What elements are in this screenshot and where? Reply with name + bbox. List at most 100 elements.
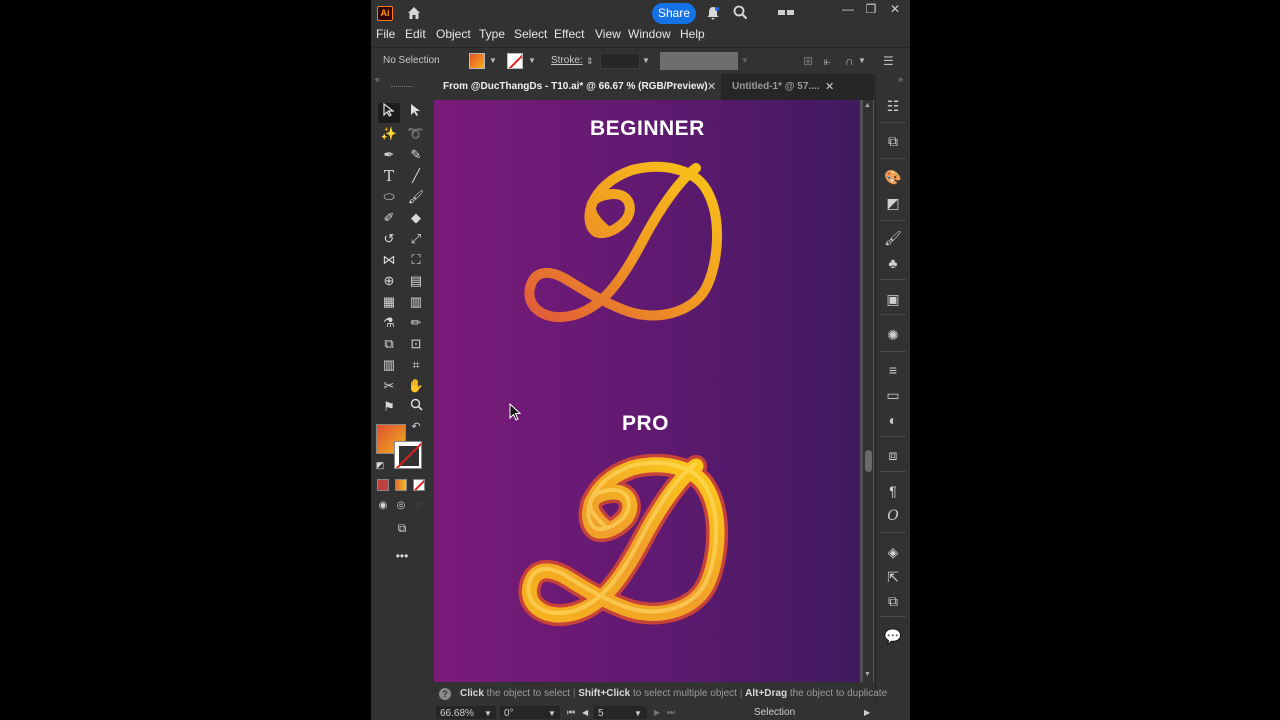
profile-dropdown-icon[interactable]: ▼ [741,48,749,74]
stroke-dropdown-icon[interactable]: ▼ [528,48,536,74]
minimize-button[interactable]: — [837,0,859,20]
canvas-area[interactable]: BEGINNER PRO ▲ ▼ [434,100,874,682]
artboard[interactable]: BEGINNER PRO [434,100,860,682]
properties-panel-icon[interactable]: ☷ [882,95,904,117]
shape-builder-tool-icon[interactable]: ⊕ [378,271,400,291]
draw-inside-icon[interactable]: ◌ [411,496,427,516]
stroke-weight-input[interactable] [600,53,640,69]
none-mode-icon[interactable] [413,479,425,491]
close-tab-icon[interactable]: ✕ [707,74,716,100]
magnet-icon[interactable]: ∩ [845,48,854,74]
color-mode-icon[interactable] [377,479,389,491]
search-icon[interactable] [729,0,751,29]
status-menu-icon[interactable]: ▶ [864,705,870,720]
scrollbar-thumb[interactable] [865,450,872,472]
type-tool-icon[interactable]: T [378,166,400,186]
eyedropper-tool-icon[interactable]: ⚗ [378,313,400,333]
symbols-panel-icon[interactable]: ♣ [882,252,904,274]
stroke-swatch[interactable] [394,441,422,469]
screen-mode-icon[interactable]: ⧉ [391,518,413,538]
color-guide-panel-icon[interactable]: ◩ [882,192,904,214]
color-panel-icon[interactable]: 🎨 [882,166,904,188]
menu-type[interactable]: Type [479,26,505,42]
menu-edit[interactable]: Edit [405,26,426,42]
menu-object[interactable]: Object [436,26,471,42]
comments-panel-icon[interactable]: 💬 [882,625,904,647]
last-artboard-icon[interactable]: ⏭ [667,705,675,720]
print-tiling-tool-icon[interactable]: ⚑ [378,397,400,417]
next-artboard-icon[interactable]: ▶ [654,705,660,720]
blend-tool-icon[interactable]: ⧉ [378,334,400,354]
tab-document-active[interactable]: From @DucThangDs - T10.ai* @ 66.67 % (RG… [434,74,721,100]
gradient-mode-icon[interactable] [395,479,407,491]
artboard-dropdown-icon[interactable]: ▼ [634,706,642,720]
magic-wand-tool-icon[interactable]: ✨ [378,124,400,144]
default-fill-stroke-icon[interactable]: ◩ [373,458,387,472]
menu-help[interactable]: Help [680,26,705,42]
artboard-number-field[interactable]: 5 ▼ [594,706,647,719]
close-tab-2-icon[interactable]: ✕ [825,74,834,100]
mesh-tool-icon[interactable]: ▦ [378,292,400,312]
graph-tool-icon[interactable]: ▥ [378,355,400,375]
eraser-tool-icon[interactable]: ◆ [405,208,427,228]
dock-collapse-icon[interactable]: » [898,74,903,84]
scale-tool-icon[interactable]: ⤢ [405,229,427,249]
grid-icon[interactable]: ⊞ [803,48,813,74]
edit-toolbar-icon[interactable]: ••• [391,546,413,566]
menu-select[interactable]: Select [514,26,547,42]
menu-window[interactable]: Window [628,26,671,42]
line-segment-tool-icon[interactable]: ╱ [405,166,427,186]
fill-color-swatch[interactable] [469,53,485,69]
transform-panel-icon[interactable]: ⧈ [882,444,904,466]
draw-behind-icon[interactable]: ◎ [393,496,409,516]
measure-tool-icon[interactable]: ✏ [405,313,427,333]
pro-letter-d[interactable] [434,100,860,682]
paragraph-panel-icon[interactable]: ¶ [882,480,904,502]
restore-button[interactable]: ❐ [860,0,882,20]
gradient-panel-icon[interactable]: ▭ [882,384,904,406]
hand-tool-icon[interactable]: ✋ [405,376,427,396]
artboard-tool-icon[interactable]: ✂ [378,376,400,396]
perspective-grid-tool-icon[interactable]: ▤ [405,271,427,291]
close-window-button[interactable]: ✕ [884,0,906,20]
graphic-styles-panel-icon[interactable]: ▣ [882,288,904,310]
share-button[interactable]: Share [652,3,696,24]
direct-selection-tool-icon[interactable] [405,103,427,123]
pen-tool-icon[interactable]: ✒ [378,145,400,165]
variable-width-profile[interactable] [660,52,738,70]
menu-view[interactable]: View [595,26,621,42]
workspace-switcher-icon[interactable] [776,0,796,26]
zoom-field[interactable]: 66.68% ▼ [436,706,496,719]
vertical-scrollbar[interactable]: ▲ ▼ [863,100,873,682]
paintbrush-tool-icon[interactable]: 🖌 [405,187,427,207]
layers-panel-icon[interactable]: ◈ [882,541,904,563]
menu-effect[interactable]: Effect [554,26,584,42]
live-paint-tool-icon[interactable]: ⊡ [405,334,427,354]
help-icon[interactable]: ? [439,688,451,700]
free-transform-tool-icon[interactable]: ⛶ [405,250,427,270]
artboards-panel-icon[interactable]: ⧉ [882,590,904,612]
curvature-tool-icon[interactable]: ✎ [405,145,427,165]
brushes-panel-icon[interactable]: 🖌 [882,227,904,249]
shaper-tool-icon[interactable]: ✐ [378,208,400,228]
lasso-tool-icon[interactable]: ➰ [405,124,427,144]
rotation-field[interactable]: 0° ▼ [500,706,560,719]
gradient-tool-icon[interactable]: ▥ [405,292,427,312]
stroke-panel-icon[interactable]: ≡ [882,359,904,381]
stroke-label[interactable]: Stroke: [551,48,583,74]
libraries-panel-icon[interactable]: ⧉ [882,130,904,152]
opentype-panel-icon[interactable]: O [882,505,904,527]
align-icon[interactable]: ⫦ [824,48,831,74]
zoom-dropdown-icon[interactable]: ▼ [484,706,492,720]
selection-tool-icon[interactable] [378,102,400,123]
ellipse-tool-icon[interactable]: ⬭ [378,187,400,207]
rotate-tool-icon[interactable]: ↺ [378,229,400,249]
appearance-panel-icon[interactable]: ✺ [882,324,904,346]
draw-normal-icon[interactable]: ◉ [375,496,391,516]
toolbar-collapse-icon[interactable]: « [371,74,433,88]
export-panel-icon[interactable]: ⇱ [882,566,904,588]
transparency-panel-icon[interactable]: ◐ [882,409,904,431]
menu-file[interactable]: File [376,26,395,42]
panel-menu-icon[interactable]: ☰ [883,48,894,74]
magnet-dropdown-icon[interactable]: ▼ [858,48,866,74]
